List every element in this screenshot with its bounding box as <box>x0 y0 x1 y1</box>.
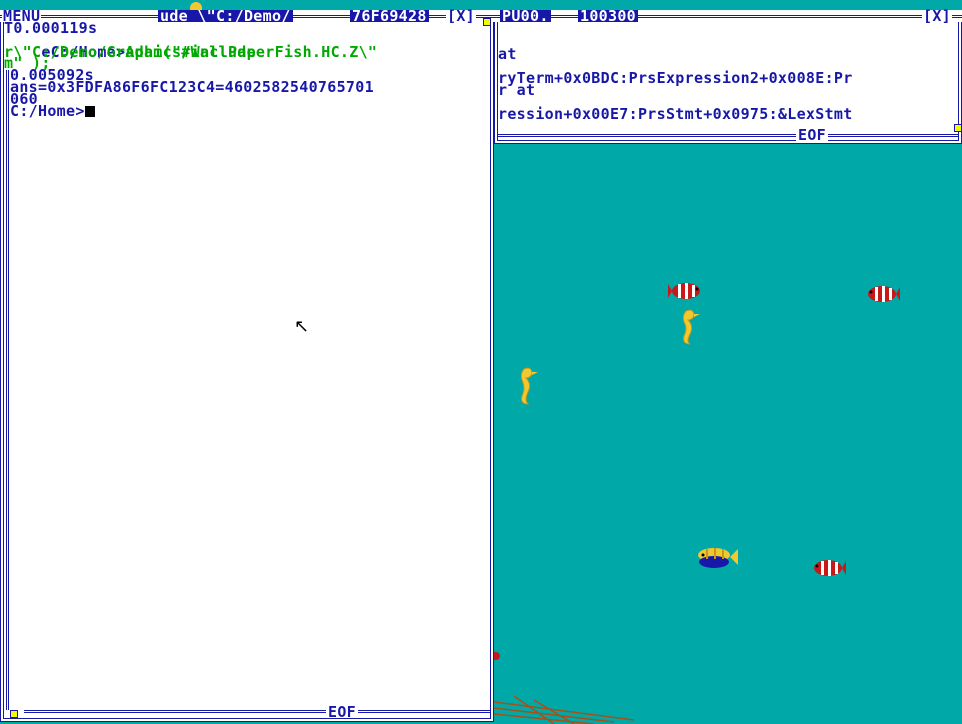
seahorse-icon <box>520 367 538 405</box>
seahorse-icon <box>682 309 700 345</box>
debug-title-left[interactable]: PU00. <box>500 9 551 24</box>
terminal-titlebar[interactable]: MENU ude \"C:/Demo/ 76F69428 [X] <box>0 7 494 26</box>
mouse-pointer-icon: ↖ <box>294 316 310 337</box>
top-fish-icon <box>190 2 202 10</box>
term-scroll-rail[interactable] <box>6 70 9 710</box>
terminal-window[interactable]: T0.000119s eC:/Home>Adam("#include r\"C:… <box>0 10 494 722</box>
clownfish-icon <box>668 283 700 299</box>
debug-line-4: ression+0x00E7:PrsStmt+0x0975:&LexStmt <box>498 105 853 123</box>
term-eof-label: EOF <box>326 703 358 721</box>
term-bottom-line <box>24 710 490 713</box>
debug-close-button[interactable]: [X] <box>922 9 952 24</box>
debug-line-1: at <box>498 45 517 63</box>
debug-bottom-line <box>498 134 958 137</box>
debug-line-2: ryTerm+0x0BDC:PrsExpression2+0x008E:Pr <box>498 69 853 87</box>
term-line-prompt2: C:/Home> <box>10 102 95 120</box>
term-line-ans: ans=0x3FDFA86F6FC123C4=4602582540765701 <box>10 78 374 96</box>
angelfish-icon <box>698 548 738 568</box>
term-resize-handle[interactable] <box>10 710 18 718</box>
clownfish-icon <box>814 560 846 576</box>
debug-eof-label: EOF <box>796 126 828 144</box>
netting-decoration <box>494 696 634 724</box>
debug-window[interactable]: at ryTerm+0x0BDC:PrsExpression2+0x008E:P… <box>494 10 962 144</box>
term-prompt-2: C:/Home> <box>10 102 85 120</box>
clownfish-icon <box>868 286 900 302</box>
term-corner-handle[interactable] <box>483 18 491 26</box>
term-line-include: r\"C:/Demo/Graphics/WallPaperFish.HC.Z\" <box>4 43 378 61</box>
debug-title-num: 100300 <box>578 7 638 25</box>
debug-resize-handle[interactable] <box>954 124 962 132</box>
term-title-hash: 76F69428 <box>350 7 429 25</box>
term-title-path[interactable]: ude \"C:/Demo/ <box>158 9 293 24</box>
debug-line-3: r at <box>498 81 536 99</box>
debug-titlebar[interactable]: PU00. 100300 [X] <box>494 7 962 25</box>
term-close-button[interactable]: [X] <box>446 9 476 24</box>
menu-button[interactable]: MENU <box>2 9 42 24</box>
text-cursor <box>84 106 95 117</box>
